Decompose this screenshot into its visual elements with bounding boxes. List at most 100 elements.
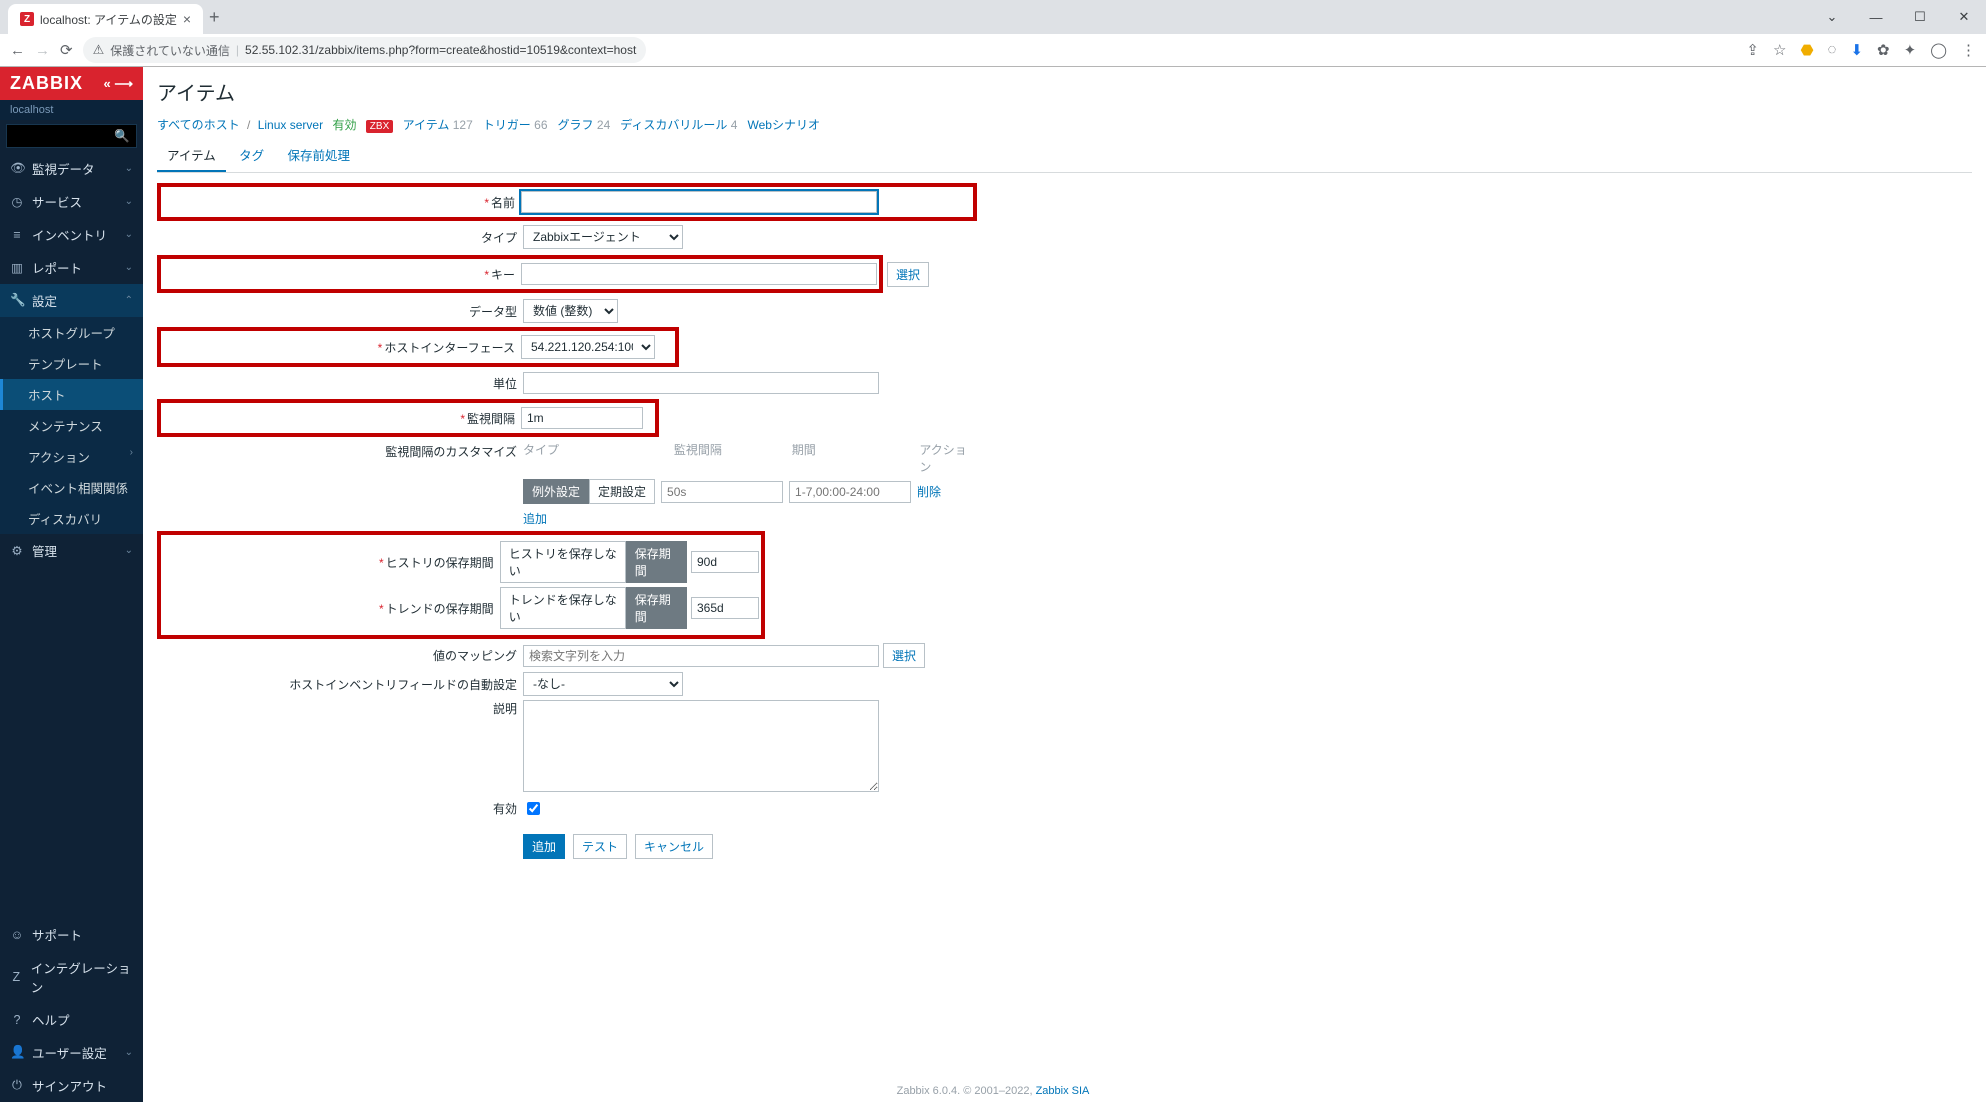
enabled-checkbox[interactable] xyxy=(527,802,540,815)
minimize-icon[interactable]: — xyxy=(1854,10,1898,25)
extensions-icon[interactable]: ✦ xyxy=(1904,41,1917,59)
sidebar-item-configuration[interactable]: 🔧設定⌃ xyxy=(0,284,143,317)
custom-add-link[interactable]: 追加 xyxy=(523,512,547,526)
brand-text: ZABBIX xyxy=(10,73,83,94)
close-icon[interactable]: × xyxy=(183,11,191,27)
key-select-button[interactable]: 選択 xyxy=(887,262,929,287)
sidebar-item-label: 管理 xyxy=(32,541,57,560)
sidebar-item-reports[interactable]: ▥レポート⌄ xyxy=(0,251,143,284)
new-tab-button[interactable]: + xyxy=(209,7,220,28)
footer-link[interactable]: Zabbix SIA xyxy=(1036,1085,1090,1097)
col-type: タイプ xyxy=(523,441,624,475)
download-icon[interactable]: ⬇ xyxy=(1850,41,1863,59)
type-select[interactable]: Zabbixエージェント xyxy=(523,225,683,249)
unit-input[interactable] xyxy=(523,372,879,394)
sidebar-item-label: インベントリ xyxy=(32,225,107,244)
valuemap-input[interactable] xyxy=(523,645,879,667)
sidebar-item-administration[interactable]: ⚙管理⌄ xyxy=(0,534,143,567)
list-icon: ≡ xyxy=(10,228,24,242)
url-text: 52.55.102.31/zabbix/items.php?form=creat… xyxy=(245,43,636,57)
trend-value-input[interactable] xyxy=(691,597,759,619)
valuemap-select-button[interactable]: 選択 xyxy=(883,643,925,668)
sidebar-item-help[interactable]: ?ヘルプ xyxy=(0,1003,143,1036)
sidebar-item-inventory[interactable]: ≡インベントリ⌄ xyxy=(0,218,143,251)
seg-trend-no[interactable]: トレンドを保存しない xyxy=(500,587,626,629)
toolbar-right: ⇪ ☆ ⬣ ◌ ⬇ ✿ ✦ ◯ ⋮ xyxy=(1746,41,1976,59)
security-label: 保護されていない通信 xyxy=(110,42,230,59)
description-textarea[interactable] xyxy=(523,700,879,792)
crumb-triggers[interactable]: トリガー 66 xyxy=(483,118,548,132)
extension-icon[interactable]: ⬣ xyxy=(1800,41,1813,59)
forward-icon[interactable]: → xyxy=(35,42,50,59)
extension-icon-2[interactable]: ◌ xyxy=(1828,41,1837,59)
cancel-button[interactable]: キャンセル xyxy=(635,834,713,859)
sidebar-search[interactable]: 🔍 xyxy=(6,124,137,148)
trend-toggle[interactable]: トレンドを保存しない 保存期間 xyxy=(500,587,687,629)
custom-delete-link[interactable]: 削除 xyxy=(917,483,941,500)
interval-type-toggle[interactable]: 例外設定 定期設定 xyxy=(523,479,655,504)
menu-icon[interactable]: ⋮ xyxy=(1961,41,1976,59)
maximize-icon[interactable]: ☐ xyxy=(1898,9,1942,25)
sidebar-sub-hosts[interactable]: ホスト xyxy=(0,379,143,410)
extension-icon-3[interactable]: ✿ xyxy=(1877,41,1890,59)
sidebar-item-monitoring[interactable]: 👁監視データ⌄ xyxy=(0,152,143,185)
reload-icon[interactable]: ⟳ xyxy=(60,41,73,59)
add-button[interactable]: 追加 xyxy=(523,834,565,859)
sidebar-sub-discovery[interactable]: ディスカバリ xyxy=(0,503,143,534)
custom-period-input[interactable] xyxy=(789,481,911,503)
sidebar-sub-hostgroups[interactable]: ホストグループ xyxy=(0,317,143,348)
sidebar-item-support[interactable]: ☺サポート xyxy=(0,918,143,951)
seg-trend-keep[interactable]: 保存期間 xyxy=(626,587,687,629)
crumb-discovery[interactable]: ディスカバリルール 4 xyxy=(620,118,737,132)
sidebar: ZABBIX « ⟶ localhost 🔍 👁監視データ⌄ ◷サービス⌄ ≡ イ… xyxy=(0,67,143,1102)
tab-tags[interactable]: タグ xyxy=(229,139,274,170)
sidebar-host: localhost xyxy=(0,100,143,120)
collapse-icon[interactable]: « ⟶ xyxy=(104,76,133,92)
url-field[interactable]: ⚠ 保護されていない通信 | 52.55.102.31/zabbix/items… xyxy=(83,37,647,63)
sidebar-sub-templates[interactable]: テンプレート xyxy=(0,348,143,379)
sidebar-item-user-settings[interactable]: 👤ユーザー設定⌄ xyxy=(0,1036,143,1069)
sidebar-item-label: サービス xyxy=(32,192,82,211)
close-window-icon[interactable]: ✕ xyxy=(1942,9,1986,25)
sidebar-item-integrations[interactable]: Zインテグレーション xyxy=(0,951,143,1003)
profile-icon[interactable]: ◯ xyxy=(1930,41,1947,59)
crumb-graphs[interactable]: グラフ 24 xyxy=(558,118,611,132)
app: ZABBIX « ⟶ localhost 🔍 👁監視データ⌄ ◷サービス⌄ ≡ イ… xyxy=(0,67,1986,1102)
browser-tab[interactable]: Z localhost: アイテムの設定 × xyxy=(8,4,203,34)
star-icon[interactable]: ☆ xyxy=(1773,41,1786,59)
brand[interactable]: ZABBIX « ⟶ xyxy=(0,67,143,100)
search-icon[interactable]: 🔍 xyxy=(114,129,130,144)
browser-address-bar: ← → ⟳ ⚠ 保護されていない通信 | 52.55.102.31/zabbix… xyxy=(0,34,1986,66)
back-icon[interactable]: ← xyxy=(10,42,25,59)
seg-scheduled[interactable]: 定期設定 xyxy=(589,479,655,504)
seg-history-keep[interactable]: 保存期間 xyxy=(626,541,687,583)
sidebar-item-signout[interactable]: ⏻サインアウト xyxy=(0,1069,143,1102)
share-icon[interactable]: ⇪ xyxy=(1746,41,1759,59)
interval-input[interactable] xyxy=(521,407,643,429)
inventory-select[interactable]: -なし- xyxy=(523,672,683,696)
label-inventory: ホストインベントリフィールドの自動設定 xyxy=(289,678,517,692)
chevron-down-icon[interactable]: ⌄ xyxy=(1810,9,1854,25)
crumb-web[interactable]: Webシナリオ xyxy=(747,118,819,132)
crumb-host[interactable]: Linux server xyxy=(258,118,323,132)
sidebar-sub-maintenance[interactable]: メンテナンス xyxy=(0,410,143,441)
test-button[interactable]: テスト xyxy=(573,834,627,859)
crumb-all-hosts[interactable]: すべてのホスト xyxy=(157,118,240,132)
sidebar-sub-actions[interactable]: アクション› xyxy=(0,441,143,472)
key-input[interactable] xyxy=(521,263,877,285)
history-value-input[interactable] xyxy=(691,551,759,573)
tab-preprocessing[interactable]: 保存前処理 xyxy=(277,139,360,170)
window-controls: ⌄ — ☐ ✕ xyxy=(1810,0,1986,34)
history-toggle[interactable]: ヒストリを保存しない 保存期間 xyxy=(500,541,687,583)
seg-exception[interactable]: 例外設定 xyxy=(523,479,589,504)
custom-interval-input[interactable] xyxy=(661,481,783,503)
form-tabs: アイテム タグ 保存前処理 xyxy=(157,139,1972,173)
name-input[interactable] xyxy=(521,191,877,213)
datatype-select[interactable]: 数値 (整数) xyxy=(523,299,618,323)
crumb-items[interactable]: アイテム 127 xyxy=(403,118,473,132)
tab-item[interactable]: アイテム xyxy=(157,139,226,172)
sidebar-sub-correlation[interactable]: イベント相関関係 xyxy=(0,472,143,503)
seg-history-no[interactable]: ヒストリを保存しない xyxy=(500,541,626,583)
hostif-select[interactable]: 54.221.120.254:10050 xyxy=(521,335,655,359)
sidebar-item-services[interactable]: ◷サービス⌄ xyxy=(0,185,143,218)
